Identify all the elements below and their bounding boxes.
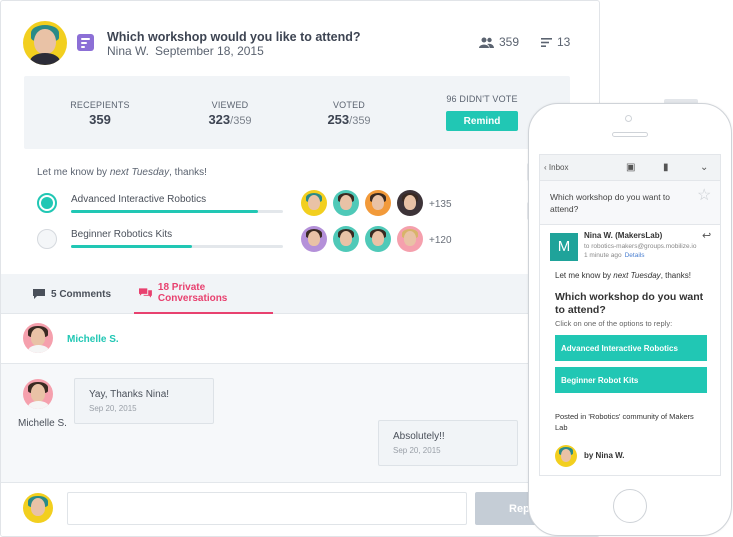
stat-viewed: VIEWED 323/359 xyxy=(208,100,252,127)
poll-card: Which workshop would you like to attend?… xyxy=(0,0,600,537)
email-from: Nina W. (MakersLab) xyxy=(584,231,663,240)
option-radio-1[interactable] xyxy=(37,193,57,213)
option-label-2[interactable]: Beginner Robotics Kits xyxy=(71,229,172,240)
email-option-2[interactable]: Beginner Robot Kits xyxy=(555,367,707,393)
email-intro: Let me know by next Tuesday, thanks! xyxy=(555,271,691,280)
reply-icon[interactable]: ↩ xyxy=(702,229,711,242)
voter-avatar[interactable] xyxy=(365,226,391,252)
voter-avatar[interactable] xyxy=(333,226,359,252)
more-voters-2[interactable]: +120 xyxy=(429,235,452,246)
chevron-down-icon[interactable]: ⌄ xyxy=(700,163,708,173)
tab-private-conversations[interactable]: 18 Private Conversations xyxy=(134,274,273,314)
conversation-name[interactable]: Michelle S. xyxy=(67,334,119,345)
stat-voted: VOTED 253/359 xyxy=(327,100,371,127)
phone-speaker xyxy=(612,132,648,137)
sender-name: Michelle S. xyxy=(18,418,67,429)
more-voters-1[interactable]: +135 xyxy=(429,199,452,210)
reply-input[interactable] xyxy=(67,492,467,525)
option-bar-1 xyxy=(71,210,283,213)
list-icon xyxy=(541,37,552,47)
tab-comments[interactable]: 5 Comments xyxy=(33,274,111,314)
voter-avatar[interactable] xyxy=(397,190,423,216)
email-author-avatar xyxy=(555,445,577,467)
archive-icon[interactable]: ▣ xyxy=(626,163,635,173)
back-to-inbox[interactable]: ‹ Inbox xyxy=(544,163,568,172)
comment-icon xyxy=(33,289,45,299)
voter-avatar[interactable] xyxy=(301,190,327,216)
my-avatar xyxy=(23,493,53,523)
poll-type-icon xyxy=(77,34,94,51)
email-hint: Click on one of the options to reply: xyxy=(555,319,673,328)
conversation-icon xyxy=(139,288,152,298)
trash-icon[interactable]: ▮ xyxy=(663,163,669,173)
phone-camera xyxy=(625,115,632,122)
email-option-1[interactable]: Advanced Interactive Robotics xyxy=(555,335,707,361)
voter-avatar[interactable] xyxy=(301,226,327,252)
poll-intro: Let me know by next Tuesday, thanks! xyxy=(37,167,207,178)
voter-avatar[interactable] xyxy=(397,226,423,252)
message-bubble: Yay, Thanks Nina! Sep 20, 2015 xyxy=(74,378,214,424)
message-bubble: Absolutely!! Sep 20, 2015 xyxy=(378,420,518,466)
post-meta: Nina W. September 18, 2015 xyxy=(107,44,264,58)
email-time: 1 minute ago Details xyxy=(584,252,645,259)
option-radio-2[interactable] xyxy=(37,229,57,249)
voter-avatar[interactable] xyxy=(333,190,359,216)
author-avatar[interactable] xyxy=(23,21,67,65)
stat-recipients: RECEPIENTS 359 xyxy=(70,100,130,127)
option-label-1[interactable]: Advanced Interactive Robotics xyxy=(71,194,206,205)
sender-avatar[interactable] xyxy=(23,379,53,409)
conversation-avatar[interactable] xyxy=(23,323,53,353)
option-bar-fill-2 xyxy=(71,245,192,248)
post-author[interactable]: Nina W. xyxy=(107,44,149,58)
participants-count[interactable]: 359 xyxy=(479,35,519,49)
option-bar-2 xyxy=(71,245,283,248)
voter-avatar[interactable] xyxy=(365,190,391,216)
email-question: Which workshop do you want to attend? xyxy=(555,291,704,316)
details-link[interactable]: Details xyxy=(625,252,645,259)
email-screen: ‹ Inbox ▣ ▮ ⌄ Which workshop do you want… xyxy=(539,154,721,476)
stat-didnt-vote: 96 DIDN'T VOTE xyxy=(446,94,518,104)
remind-button[interactable]: Remind xyxy=(446,111,518,131)
people-icon xyxy=(479,37,494,48)
option-bar-fill-1 xyxy=(71,210,258,213)
responses-count[interactable]: 13 xyxy=(541,35,570,49)
star-icon[interactable]: ☆ xyxy=(697,185,711,205)
post-date: September 18, 2015 xyxy=(155,44,264,58)
email-by: by Nina W. xyxy=(584,451,625,460)
phone-home-button[interactable] xyxy=(613,489,647,523)
email-posted-in: Posted in 'Robotics' community of Makers… xyxy=(555,412,694,432)
email-to: to robotics-makers@groups.mobilize.io xyxy=(584,243,697,250)
post-title: Which workshop would you like to attend? xyxy=(107,30,361,44)
sender-letter-avatar: M xyxy=(550,233,578,261)
email-subject: Which workshop do you want to attend? xyxy=(550,192,671,214)
